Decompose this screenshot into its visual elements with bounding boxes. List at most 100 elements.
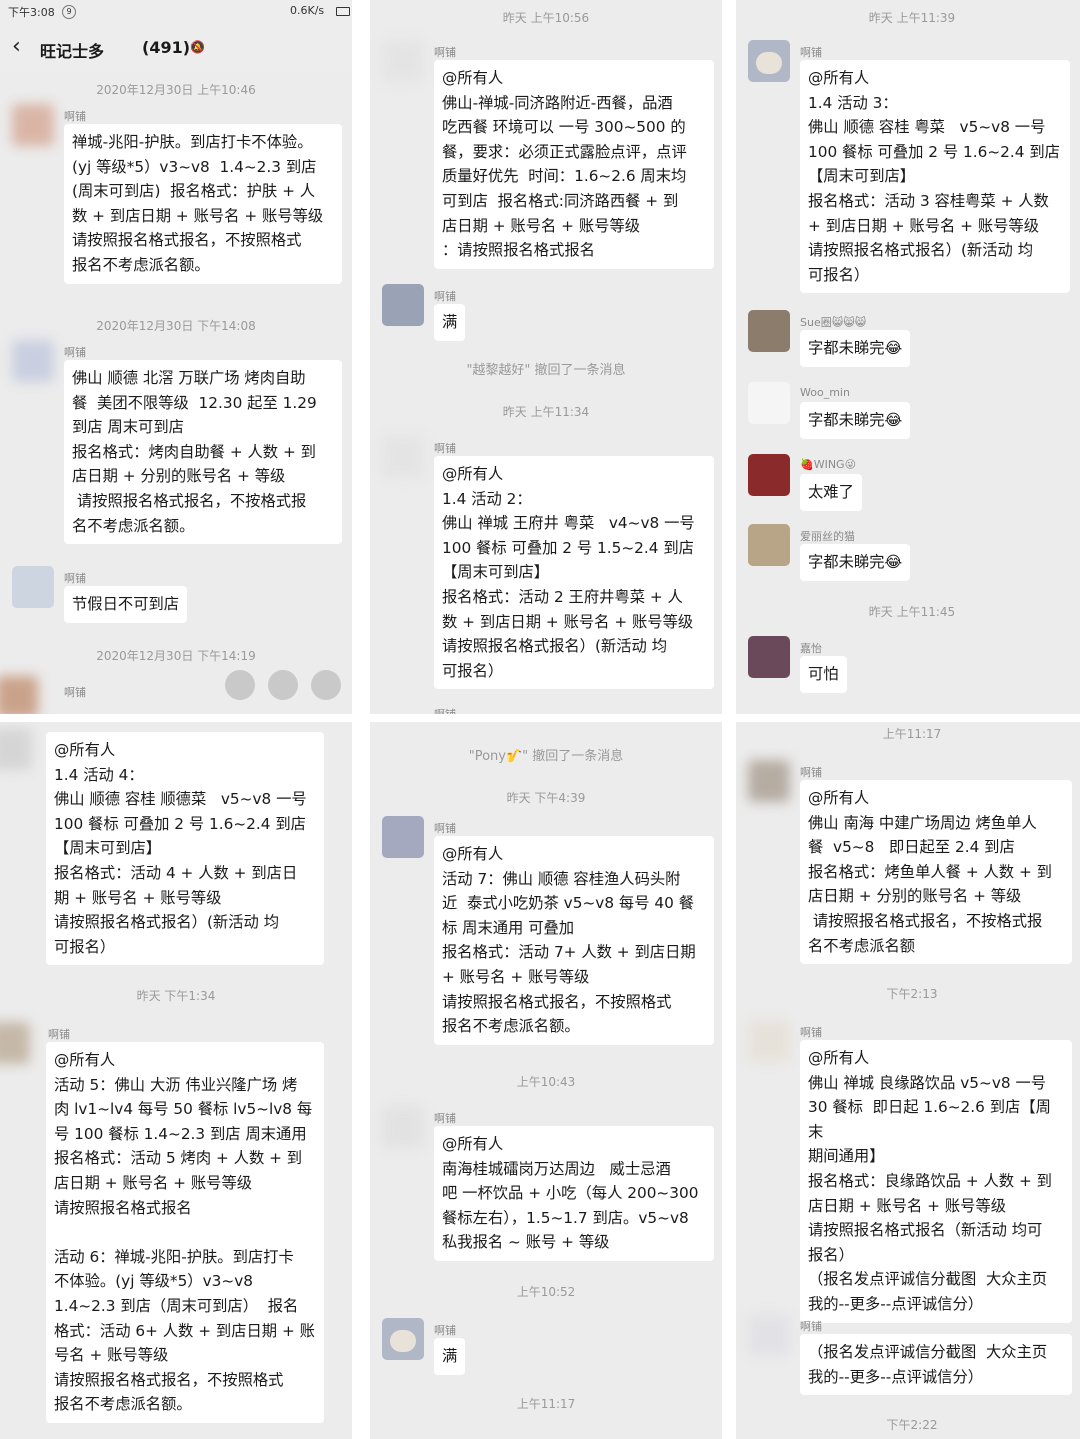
copy-icon[interactable] xyxy=(225,670,255,700)
message-bubble[interactable]: @所有人 1.4 活动 2： 佛山 禅城 王府井 粤菜 v4~v8 一号 100… xyxy=(434,456,714,690)
back-arrow-icon[interactable]: ‹ xyxy=(12,36,21,58)
message: 啊铺 @所有人 南海桂城礌岗万达周边 威士忌酒 吧 一杯饮品 + 小吃（每人 2… xyxy=(370,1106,722,1268)
notification-badge-icon: 9 xyxy=(62,5,76,19)
message: 爱丽丝的猫 字都未睇完😂 xyxy=(736,524,1080,586)
avatar[interactable] xyxy=(382,40,424,82)
message-bubble[interactable]: 字都未睇完😂 xyxy=(800,330,911,367)
avatar[interactable] xyxy=(0,676,38,714)
message-bubble[interactable]: @所有人 佛山 禅城 良缘路饮品 v5~v8 一号 30 餐标 即日起 1.6~… xyxy=(800,1040,1072,1323)
sender-name: 爱丽丝的猫 xyxy=(800,530,855,543)
message: 啊铺 （报名发点评诚信分截图 大众主页 我的--更多--点评诚信分） xyxy=(736,1314,1080,1404)
cat-icon xyxy=(390,1330,416,1352)
message: 啊铺 @所有人 1.4 活动 2： 佛山 禅城 王府井 粤菜 v4~v8 一号 … xyxy=(370,436,722,698)
message-bubble[interactable]: 满 xyxy=(434,1338,466,1375)
message: 嘉怡 可怕 xyxy=(736,636,1080,698)
message-bubble[interactable]: @所有人 1.4 活动 3： 佛山 顺德 容桂 粤菜 v5~v8 一号 100 … xyxy=(800,60,1070,294)
avatar[interactable] xyxy=(382,816,424,858)
battery-icon xyxy=(336,7,350,16)
avatar[interactable] xyxy=(12,566,54,608)
avatar[interactable] xyxy=(382,436,424,478)
chat-panel-5: "Pony🎷" 撤回了一条消息 昨天 下午4:39 啊铺 @所有人 活动 7：佛… xyxy=(370,722,722,1439)
message: 啊铺 @所有人 佛山-禅城-同济路附近-西餐，品酒 吃西餐 环境可以 一号 30… xyxy=(370,40,722,270)
timestamp: 昨天 上午11:39 xyxy=(868,11,956,25)
message-bubble[interactable]: 字都未睇完😂 xyxy=(800,544,911,581)
chat-panel-2: 昨天 上午10:56 啊铺 @所有人 佛山-禅城-同济路附近-西餐，品酒 吃西餐… xyxy=(370,0,722,714)
avatar[interactable] xyxy=(748,1314,790,1356)
avatar[interactable] xyxy=(748,382,790,424)
message: 啊铺 @所有人 1.4 活动 3： 佛山 顺德 容桂 粤菜 v5~v8 一号 1… xyxy=(736,40,1080,298)
avatar[interactable] xyxy=(748,40,790,82)
timestamp: 2020年12月30日 下午14:19 xyxy=(96,649,256,663)
sender-name: 啊铺 xyxy=(434,822,456,835)
avatar[interactable] xyxy=(748,310,790,352)
message-bubble[interactable]: 佛山 顺德 北滘 万联广场 烤肉自助 餐 美团不限等级 12.30 起至 1.2… xyxy=(64,360,342,545)
message: 啊铺 禅城-兆阳-护肤。到店打卡不体验。 (yj 等级*5）v3~v8 1.4~… xyxy=(0,104,352,294)
message-bubble[interactable]: 禅城-兆阳-护肤。到店打卡不体验。 (yj 等级*5）v3~v8 1.4~2.3… xyxy=(64,124,342,284)
message: 啊铺 满 xyxy=(370,1318,722,1380)
grid-icon[interactable] xyxy=(311,670,341,700)
sender-name: 啊铺 xyxy=(64,346,86,359)
sender-name: 啊铺 xyxy=(434,1324,456,1337)
sender-name: 啊铺 xyxy=(800,766,822,779)
sender-name: 啊铺 xyxy=(64,572,86,585)
chat-panel-3: 昨天 上午11:39 啊铺 @所有人 1.4 活动 3： 佛山 顺德 容桂 粤菜… xyxy=(736,0,1080,714)
message-bubble[interactable]: @所有人 活动 5：佛山 大沥 伟业兴隆广场 烤 肉 lv1~lv4 每号 50… xyxy=(46,1042,324,1423)
message: 啊铺 满 xyxy=(370,284,722,344)
sender-name: Woo_min xyxy=(800,386,850,399)
message-bubble[interactable]: @所有人 佛山 南海 中建广场周边 烤鱼单人 餐 v5~8 即日起至 2.4 到… xyxy=(800,780,1072,965)
timestamp: 上午10:43 xyxy=(516,1075,576,1089)
avatar[interactable] xyxy=(748,1020,790,1062)
message-bubble[interactable]: 满 xyxy=(434,304,466,341)
avatar[interactable] xyxy=(748,636,790,678)
message-bubble[interactable]: 字都未睇完😂 xyxy=(800,402,911,439)
message-bubble[interactable]: @所有人 佛山-禅城-同济路附近-西餐，品酒 吃西餐 环境可以 一号 300~5… xyxy=(434,60,714,269)
message: 啊铺 节假日不可到店 xyxy=(0,566,352,632)
network-speed: 0.6K/s xyxy=(290,4,325,17)
sender-name: 🍓WING😜 xyxy=(800,458,857,471)
message-bubble[interactable]: 太难了 xyxy=(800,474,862,511)
avatar[interactable] xyxy=(0,1022,30,1064)
chat-header: ‹ 旺记士多 (491) 🔕 xyxy=(0,24,352,72)
chat-title: 旺记士多 xyxy=(40,42,105,61)
message: 啊铺 @所有人 活动 7：佛山 顺德 容桂渔人码头附 近 泰式小吃奶茶 v5~v… xyxy=(370,816,722,1054)
avatar[interactable] xyxy=(748,524,790,566)
sender-name: 啊铺 xyxy=(64,686,86,699)
message-bubble[interactable]: 可怕 xyxy=(800,656,847,693)
timestamp: 上午11:17 xyxy=(516,1397,576,1411)
timestamp: 下午2:13 xyxy=(886,987,938,1001)
message-bubble[interactable]: @所有人 1.4 活动 4： 佛山 顺德 容桂 顺德菜 v5~v8 一号 100… xyxy=(46,732,324,966)
message-bubble[interactable]: （报名发点评诚信分截图 大众主页 我的--更多--点评诚信分） xyxy=(800,1334,1072,1396)
message-bubble[interactable]: @所有人 南海桂城礌岗万达周边 威士忌酒 吧 一杯饮品 + 小吃（每人 200~… xyxy=(434,1126,714,1261)
message: 啊铺 佛山 顺德 北滘 万联广场 烤肉自助 餐 美团不限等级 12.30 起至 … xyxy=(0,340,352,560)
message: Woo_min 字都未睇完😂 xyxy=(736,382,1080,444)
message-bubble[interactable]: 节假日不可到店 xyxy=(64,586,188,623)
download-icon[interactable] xyxy=(268,670,298,700)
message: 啊铺 @所有人 佛山 南海 中建广场周边 烤鱼单人 餐 v5~8 即日起至 2.… xyxy=(736,760,1080,970)
avatar[interactable] xyxy=(382,1106,424,1148)
chat-panel-1: 下午3:08 9 0.6K/s ‹ 旺记士多 (491) 🔕 2020年12月3… xyxy=(0,0,352,714)
sender-name: 啊铺 xyxy=(800,46,822,59)
avatar[interactable] xyxy=(382,1318,424,1360)
avatar[interactable] xyxy=(748,454,790,496)
message-bubble[interactable]: @所有人 活动 7：佛山 顺德 容桂渔人码头附 近 泰式小吃奶茶 v5~v8 每… xyxy=(434,836,714,1045)
avatar[interactable] xyxy=(382,284,424,326)
message: 啊铺 @所有人 活动 5：佛山 大沥 伟业兴隆广场 烤 肉 lv1~lv4 每号… xyxy=(0,1022,352,1434)
sender-name: 啊铺 xyxy=(434,290,456,303)
message: Sue圈😸😸😸 字都未睇完😂 xyxy=(736,310,1080,372)
avatar[interactable] xyxy=(12,104,54,146)
chat-panel-4: @所有人 1.4 活动 4： 佛山 顺德 容桂 顺德菜 v5~v8 一号 100… xyxy=(0,722,352,1439)
avatar[interactable] xyxy=(12,340,54,382)
timestamp: 上午11:17 xyxy=(882,727,942,741)
sender-name: 啊铺 xyxy=(434,442,456,455)
sender-name: 嘉怡 xyxy=(800,642,822,655)
chat-panel-6: 上午11:17 啊铺 @所有人 佛山 南海 中建广场周边 烤鱼单人 餐 v5~8… xyxy=(736,722,1080,1439)
avatar[interactable] xyxy=(0,728,32,770)
timestamp: 昨天 上午11:34 xyxy=(502,405,590,419)
timestamp: 昨天 下午4:39 xyxy=(506,791,586,805)
mute-icon: 🔕 xyxy=(190,40,205,54)
sender-name: Sue圈😸😸😸 xyxy=(800,316,867,329)
timestamp: 昨天 上午11:45 xyxy=(868,605,956,619)
timestamp: 下午2:22 xyxy=(886,1418,938,1432)
avatar[interactable] xyxy=(748,760,790,802)
timestamp: 2020年12月30日 上午10:46 xyxy=(96,83,256,97)
